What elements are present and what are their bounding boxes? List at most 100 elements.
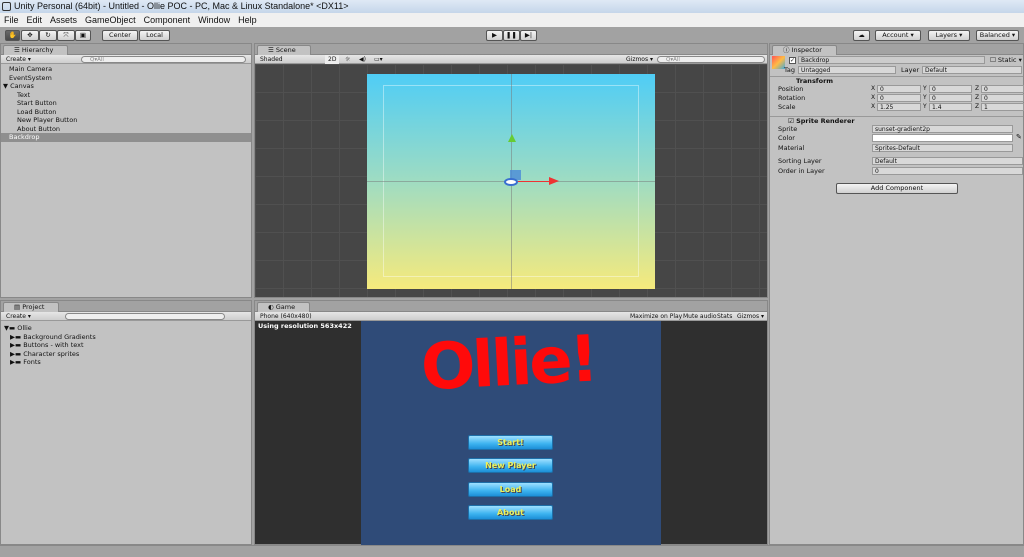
hand-tool-button[interactable]: ✋ [5, 30, 20, 41]
layer-label: Layer [901, 66, 920, 74]
game-logo: Ollie! [419, 322, 598, 406]
hierarchy-item[interactable]: Load Button [1, 108, 251, 117]
status-bar [0, 545, 1024, 557]
inspector-panel: ⓘ Inspector ✓ Backdrop ☐ Static ▾ Tag Un… [769, 43, 1024, 545]
active-checkbox[interactable]: ✓ [789, 57, 796, 64]
tab-hierarchy[interactable]: ☰ Hierarchy [3, 45, 69, 55]
effects-toggle-icon[interactable]: ▭▾ [371, 55, 383, 64]
folder-item[interactable]: ▶▬ Character sprites [1, 350, 251, 359]
eyedropper-icon[interactable]: ✎ [1016, 133, 1022, 141]
maximize-on-play-toggle[interactable]: Maximize on Play [627, 312, 682, 321]
shading-mode-dropdown[interactable]: Shaded [257, 55, 323, 64]
menu-help[interactable]: Help [238, 13, 257, 27]
tab-project[interactable]: ▤ Project [3, 302, 60, 312]
hierarchy-item[interactable]: Main Camera [1, 65, 251, 74]
play-button[interactable]: ▶ [486, 30, 503, 41]
tab-game[interactable]: ◐ Game [257, 302, 311, 312]
menu-component[interactable]: Component [144, 13, 191, 27]
pivot-local-button[interactable]: Local [139, 30, 170, 41]
layers-label: Layers [935, 31, 958, 39]
hierarchy-item-selected[interactable]: Backdrop [1, 133, 251, 142]
audio-toggle-icon[interactable]: ◀) [356, 55, 366, 64]
unity-logo-icon [2, 2, 11, 11]
cloud-button[interactable]: ☁ [853, 30, 870, 41]
hierarchy-item[interactable]: ▼ Canvas [1, 82, 251, 91]
add-component-button[interactable]: Add Component [836, 183, 958, 194]
pause-button[interactable]: ❚❚ [503, 30, 520, 41]
resolution-label: Using resolution 563x422 [258, 322, 352, 330]
local-label: Local [146, 31, 163, 39]
menu-gameobject[interactable]: GameObject [85, 13, 136, 27]
static-checkbox[interactable]: ☐ Static ▾ [990, 56, 1022, 64]
position-x-field[interactable]: 0 [877, 85, 921, 93]
game-gizmos-dropdown[interactable]: Gizmos ▾ [734, 312, 764, 321]
scale-y-field[interactable]: 1.4 [929, 103, 972, 111]
rotate-tool-button[interactable]: ↻ [39, 30, 57, 41]
hierarchy-item[interactable]: New Player Button [1, 116, 251, 125]
menu-file[interactable]: File [4, 13, 19, 27]
sprite-field[interactable]: sunset-gradient2p [872, 125, 1013, 133]
account-dropdown[interactable]: Account ▾ [875, 30, 921, 41]
tab-scene[interactable]: ☰ Scene [257, 45, 311, 55]
rotation-x-field[interactable]: 0 [877, 94, 921, 102]
step-button[interactable]: ▶| [520, 30, 537, 41]
menu-assets[interactable]: Assets [50, 13, 77, 27]
pivot-handle-icon[interactable] [504, 178, 518, 186]
scene-search-input[interactable]: Q▾All [657, 56, 765, 63]
menu-window[interactable]: Window [198, 13, 230, 27]
material-field[interactable]: Sprites-Default [872, 144, 1013, 152]
rotation-z-field[interactable]: 0 [981, 94, 1024, 102]
transform-header[interactable]: Transform [770, 76, 1023, 85]
pivot-center-button[interactable]: Center [102, 30, 138, 41]
lighting-toggle-icon[interactable]: ☼ [342, 55, 350, 64]
layer-dropdown[interactable]: Default [922, 66, 1022, 74]
folder-item[interactable]: ▼▬ Ollie [1, 324, 251, 333]
layout-dropdown[interactable]: Balanced ▾ [976, 30, 1019, 41]
aspect-dropdown[interactable]: Phone (640x480) [257, 312, 343, 321]
hierarchy-item[interactable]: Start Button [1, 99, 251, 108]
rotation-y-field[interactable]: 0 [929, 94, 972, 102]
object-name-field[interactable]: Backdrop [798, 56, 985, 64]
y-axis-handle-icon[interactable] [508, 134, 516, 142]
order-in-layer-field[interactable]: 0 [872, 167, 1023, 175]
hierarchy-create-dropdown[interactable]: Create ▾ [3, 55, 31, 64]
position-z-field[interactable]: 0 [981, 85, 1024, 93]
hierarchy-item[interactable]: About Button [1, 125, 251, 134]
sprite-renderer-header[interactable]: ☑ Sprite Renderer [770, 116, 1023, 125]
project-create-dropdown[interactable]: Create ▾ [3, 312, 31, 321]
folder-item[interactable]: ▶▬ Background Gradients [1, 333, 251, 342]
x-axis-handle-icon[interactable] [549, 177, 559, 185]
project-search-input[interactable] [65, 313, 225, 320]
tag-label: Tag [784, 66, 796, 74]
move-tool-button[interactable]: ✥ [21, 30, 39, 41]
layout-label: Balanced [979, 31, 1010, 39]
project-panel: ▤ Project Create ▾ ▼▬ Ollie ▶▬ Backgroun… [0, 300, 252, 545]
scale-x-field[interactable]: 1.25 [877, 103, 921, 111]
folder-item[interactable]: ▶▬ Buttons - with text [1, 341, 251, 350]
menu-edit[interactable]: Edit [27, 13, 43, 27]
position-y-field[interactable]: 0 [929, 85, 972, 93]
folder-item[interactable]: ▶▬ Fonts [1, 358, 251, 367]
tab-inspector[interactable]: ⓘ Inspector [772, 45, 837, 55]
tag-dropdown[interactable]: Untagged [798, 66, 896, 74]
mute-audio-toggle[interactable]: Mute audio [680, 312, 717, 321]
account-label: Account [882, 31, 909, 39]
2d-toggle[interactable]: 2D [325, 55, 339, 64]
start-game-button[interactable]: Start! [468, 435, 553, 450]
hierarchy-item[interactable]: EventSystem [1, 74, 251, 83]
load-game-button[interactable]: Load [468, 482, 553, 497]
about-game-button[interactable]: About [468, 505, 553, 520]
scale-z-field[interactable]: 1 [981, 103, 1024, 111]
stats-toggle[interactable]: Stats [714, 312, 732, 321]
gizmos-dropdown[interactable]: Gizmos ▾ [623, 55, 653, 64]
hierarchy-item[interactable]: Text [1, 91, 251, 100]
hierarchy-search-input[interactable]: Q▾All [81, 56, 246, 63]
new-player-game-button[interactable]: New Player [468, 458, 553, 473]
layers-dropdown[interactable]: Layers ▾ [928, 30, 970, 41]
sorting-layer-dropdown[interactable]: Default [872, 157, 1023, 165]
backdrop-sprite[interactable] [367, 74, 655, 289]
scale-tool-button[interactable]: ⤧ [57, 30, 75, 41]
menu-bar: File Edit Assets GameObject Component Wi… [0, 13, 1024, 27]
rect-tool-button[interactable]: ▣ [75, 30, 91, 41]
color-field[interactable] [872, 134, 1013, 142]
